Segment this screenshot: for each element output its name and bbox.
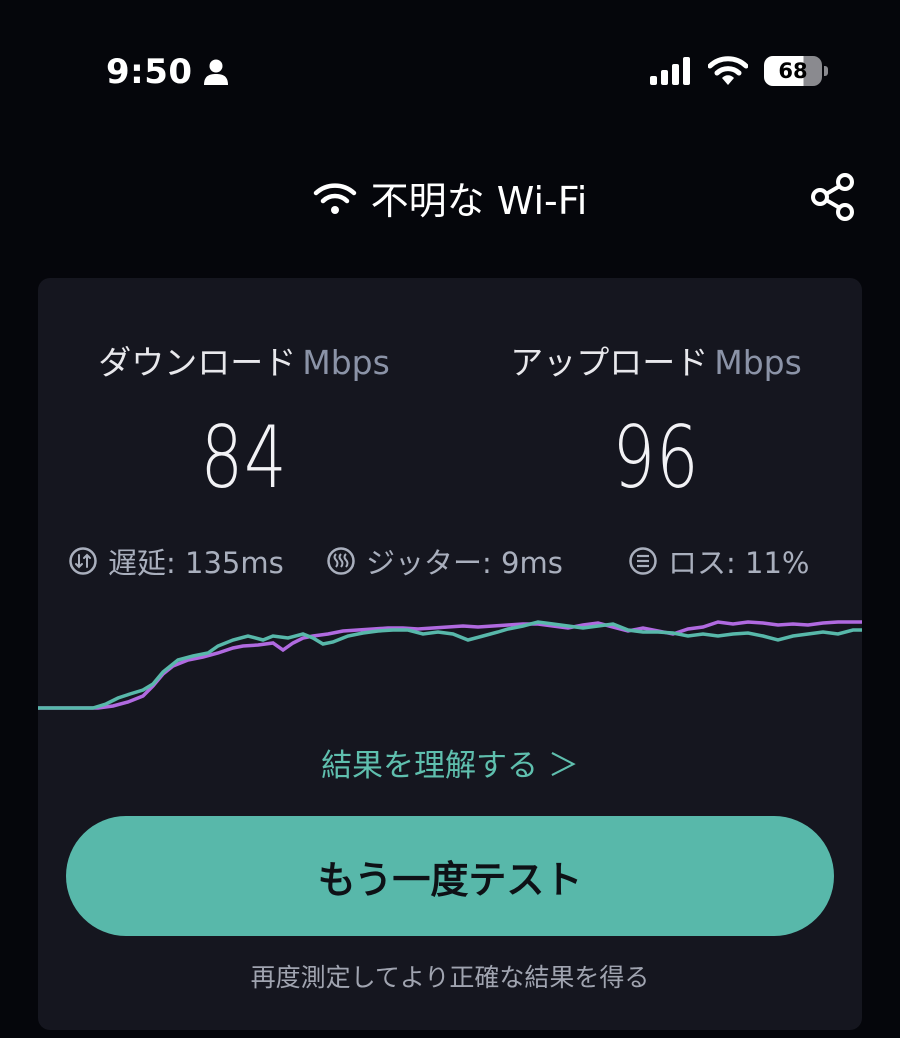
jitter-stat: ジッター: 9ms xyxy=(326,540,563,582)
retest-button[interactable]: もう一度テスト xyxy=(66,816,834,936)
battery-indicator: 68 xyxy=(764,56,828,86)
remeasure-hint: 再度測定してより正確な結果を得る xyxy=(250,963,650,992)
speed-test-result-screen: 9:50 68 不明な Wi-Fi ダウンロード Mbps 84 アップロード … xyxy=(0,0,900,1038)
stats-row: 遅延: 135ms ジッター: 9ms ロス: 11% xyxy=(38,540,862,580)
network-name: 不明な Wi-Fi xyxy=(370,179,588,223)
download-metric: ダウンロード Mbps 84 xyxy=(38,336,450,508)
person-icon xyxy=(203,59,228,85)
latency-stat: 遅延: 135ms xyxy=(68,540,284,582)
cellular-signal-icon xyxy=(650,57,690,85)
upload-label: アップロード Mbps xyxy=(510,343,802,382)
upload-metric: アップロード Mbps 96 xyxy=(450,336,862,508)
share-button[interactable] xyxy=(806,170,860,224)
status-time: 9:50 xyxy=(106,52,229,92)
download-unit: Mbps xyxy=(302,343,390,382)
share-icon xyxy=(811,173,854,221)
packet-loss-icon xyxy=(629,547,657,575)
upload-unit: Mbps xyxy=(714,343,802,382)
loss-stat: ロス: 11% xyxy=(628,540,809,582)
wifi-status-icon xyxy=(708,56,748,85)
battery-tip xyxy=(824,66,828,76)
network-title: 不明な Wi-Fi xyxy=(0,170,900,225)
wifi-icon xyxy=(313,182,356,214)
jitter-icon xyxy=(327,547,355,575)
download-speed-line xyxy=(38,620,862,710)
upload-value: 96 xyxy=(612,408,700,508)
download-value: 84 xyxy=(200,408,288,508)
latency-icon xyxy=(69,547,97,575)
status-indicators: 68 xyxy=(650,56,828,86)
download-label: ダウンロード Mbps xyxy=(98,343,390,382)
result-card: ダウンロードMbps 84 アップロードMbps 96 遅延: 135ms xyxy=(38,278,862,1030)
speed-graph xyxy=(38,620,862,710)
understand-results-link[interactable]: 結果を理解する ＞ xyxy=(38,740,862,785)
